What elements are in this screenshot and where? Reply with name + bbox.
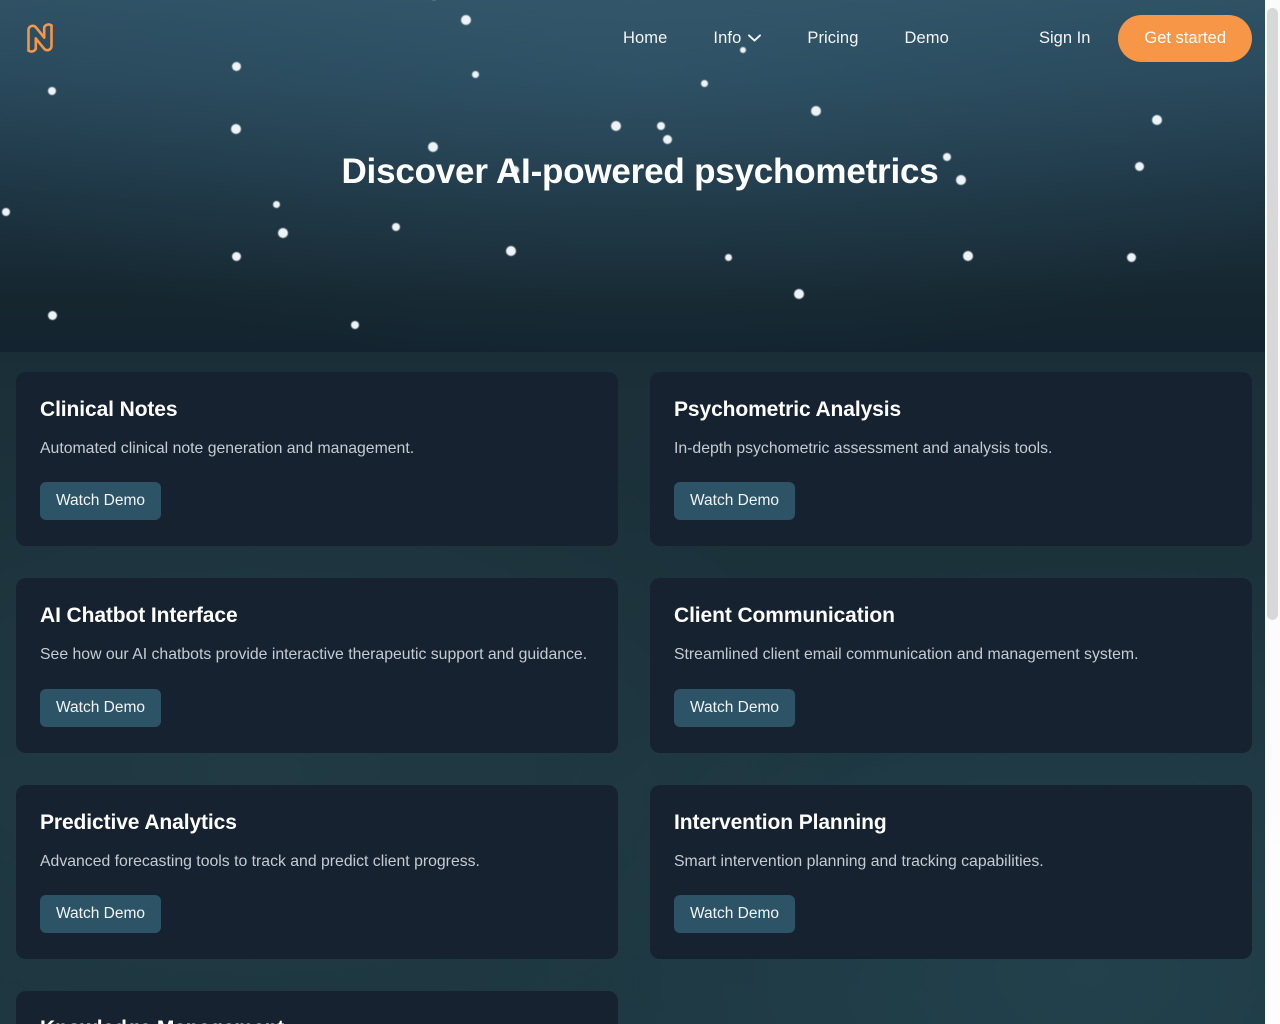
get-started-button[interactable]: Get started [1118,14,1252,62]
navbar: Home Info Pricing Demo Sign In Get started [0,0,1280,76]
star-dot [794,289,804,299]
feature-card: Knowledge Management [16,991,618,1024]
watch-demo-button[interactable]: Watch Demo [40,688,162,727]
feature-card-title: Psychometric Analysis [674,398,902,421]
star-dot [811,106,821,116]
star-dot [657,122,665,130]
feature-card-title: Predictive Analytics [40,810,237,834]
star-dot [700,79,708,87]
feature-card-title: Knowledge Management [40,1017,594,1024]
feature-card-description: In-depth psychometric assessment and ana… [674,440,1053,457]
scrollbar-thumb[interactable] [1267,8,1278,620]
star-dot [611,121,621,131]
star-dot [392,223,400,231]
nav-link-label: Pricing [807,28,859,47]
star-dot [231,251,241,261]
page-title: Discover AI-powered psychometrics [341,152,939,191]
nav-link-demo[interactable]: Demo [881,29,971,48]
star-dot [1126,252,1136,262]
chevron-down-icon [748,34,762,42]
star-dot [963,251,973,261]
feature-card: Predictive Analytics Advanced forecasting… [16,784,618,960]
star-dot [48,87,56,95]
nav-actions: Sign In Get started [1029,0,1252,76]
watch-demo-button[interactable]: Watch Demo [674,482,796,521]
feature-card: Psychometric Analysis In-depth psychometr… [650,372,1252,547]
nav-link-home[interactable]: Home [600,29,690,48]
feature-card: Client Communication Streamlined client e… [650,578,1252,753]
feature-card-title: Clinical Notes [40,398,178,421]
feature-card-description: See how our AI chatbots provide interact… [40,646,588,664]
nav-link-info[interactable]: Info [690,29,784,48]
feature-card: AI Chatbot Interface See how our AI chatb… [16,578,618,753]
logo-n-icon[interactable] [22,20,58,56]
feature-card: Clinical Notes Automated clinical note ge… [16,372,618,547]
star-dot [1152,115,1162,125]
page-root: Discover AI-powered psychometrics Home In… [0,0,1280,1024]
sign-in-button[interactable]: Sign In [1029,23,1100,54]
feature-card-description: Streamlined client email communication a… [674,646,1139,664]
star-dot [506,246,516,256]
star-dot [2,208,10,216]
feature-card: Intervention Planning Smart intervention … [650,784,1252,960]
watch-demo-button[interactable]: Watch Demo [40,895,162,934]
feature-card-title: Intervention Planning [674,810,887,834]
star-dot [428,142,438,152]
feature-card-description: Automated clinical note generation and m… [40,440,415,457]
feature-cards-grid: Clinical Notes Automated clinical note ge… [16,372,1254,1024]
feature-card-title: Client Communication [674,604,895,628]
star-dot [662,134,672,144]
star-dot [724,253,732,261]
watch-demo-button[interactable]: Watch Demo [674,688,796,727]
feature-card-description: Smart intervention planning and tracking… [674,852,1044,870]
star-dot [351,321,359,329]
watch-demo-button[interactable]: Watch Demo [674,895,796,934]
star-dot [231,124,241,134]
feature-card-description: Advanced forecasting tools to track and … [40,852,480,870]
star-dot [278,228,288,238]
scrollbar[interactable] [1265,0,1280,1024]
feature-card-title: AI Chatbot Interface [40,604,238,628]
watch-demo-button[interactable]: Watch Demo [40,482,162,521]
star-dot [272,200,280,208]
star-dot [47,310,57,320]
nav-links: Home Info Pricing Demo [600,0,972,76]
nav-link-label: Info [713,28,742,47]
nav-link-label: Demo [904,28,949,47]
nav-link-pricing[interactable]: Pricing [784,29,881,48]
nav-link-label: Home [623,28,668,47]
